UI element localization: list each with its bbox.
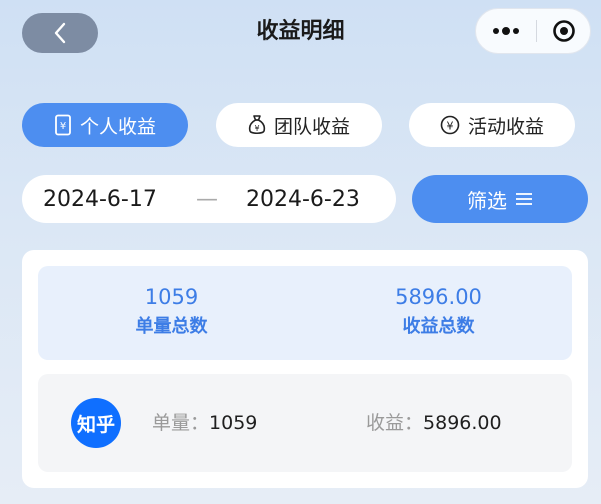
- income-key: 收益：: [366, 412, 424, 434]
- date-separator: —: [196, 186, 218, 212]
- money-bag-icon: ¥: [248, 115, 266, 135]
- more-dots-icon: [493, 27, 519, 35]
- filter-button[interactable]: 筛选: [412, 175, 588, 223]
- total-orders-value: 1059: [144, 285, 199, 309]
- more-button[interactable]: [476, 27, 536, 35]
- svg-text:¥: ¥: [254, 124, 259, 133]
- total-income-label: 收益总数: [402, 316, 475, 337]
- menu-lines-icon: [516, 193, 532, 205]
- total-income-value: 5896.00: [395, 285, 482, 309]
- summary-panel: 1059 单量总数 5896.00 收益总数: [38, 266, 572, 360]
- tab-team-income[interactable]: ¥ 团队收益: [216, 103, 382, 147]
- close-button[interactable]: [537, 19, 590, 43]
- tab-label: 团队收益: [273, 115, 350, 138]
- orders-value: 1059: [209, 412, 258, 434]
- date-range-picker[interactable]: 2024-6-17 — 2024-6-23: [22, 175, 396, 223]
- total-orders-stat: 1059 单量总数: [38, 266, 305, 360]
- tab-label: 个人收益: [79, 115, 156, 138]
- svg-text:¥: ¥: [60, 121, 66, 132]
- income-value: 5896.00: [423, 412, 502, 434]
- income-card: 1059 单量总数 5896.00 收益总数 知乎 单量：1059 收益：589…: [22, 250, 588, 488]
- target-circle-icon: [552, 20, 575, 42]
- tab-personal-income[interactable]: ¥ 个人收益: [22, 103, 188, 147]
- platform-income: 收益：5896.00: [366, 411, 502, 435]
- tab-label: 活动收益: [467, 115, 544, 138]
- total-orders-label: 单量总数: [135, 316, 208, 337]
- platform-orders: 单量：1059: [152, 411, 257, 435]
- total-income-stat: 5896.00 收益总数: [305, 266, 572, 360]
- platform-row-zhihu[interactable]: 知乎 单量：1059 收益：5896.00: [38, 374, 572, 472]
- miniprogram-capsule: [475, 8, 591, 54]
- svg-text:¥: ¥: [446, 120, 453, 133]
- receipt-icon: ¥: [55, 114, 71, 136]
- orders-key: 单量：: [152, 412, 210, 434]
- start-date[interactable]: 2024-6-17: [43, 187, 157, 212]
- yen-circle-icon: ¥: [440, 115, 460, 135]
- tab-activity-income[interactable]: ¥ 活动收益: [409, 103, 575, 147]
- end-date[interactable]: 2024-6-23: [246, 187, 360, 212]
- zhihu-logo: 知乎: [71, 398, 121, 448]
- filter-label: 筛选: [467, 188, 507, 213]
